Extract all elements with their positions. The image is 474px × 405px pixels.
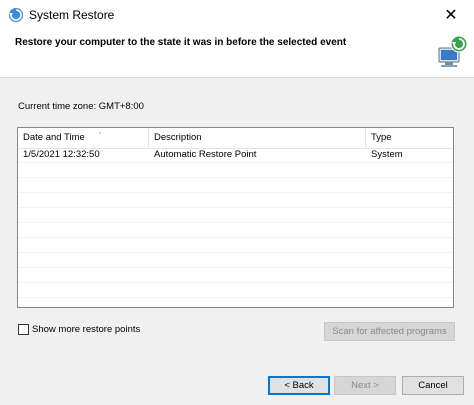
empty-row [18, 178, 453, 193]
system-restore-computer-icon [438, 35, 468, 67]
empty-row [18, 208, 453, 223]
wizard-header: Restore your computer to the state it wa… [0, 30, 474, 78]
empty-row [18, 193, 453, 208]
show-more-checkbox[interactable] [18, 324, 29, 335]
back-button[interactable]: < Back [268, 376, 330, 395]
scan-affected-programs-button[interactable]: Scan for affected programs [324, 322, 455, 341]
title-bar: System Restore ✕ [0, 0, 474, 30]
cell-description: Automatic Restore Point [154, 149, 257, 160]
empty-row [18, 163, 453, 178]
column-header-description[interactable]: Description [149, 128, 366, 148]
show-more-option[interactable]: Show more restore points [18, 324, 140, 335]
table-header: Date and Time ˇ Description Type [18, 128, 453, 149]
restore-points-table: Date and Time ˇ Description Type 1/5/202… [17, 127, 454, 308]
show-more-label: Show more restore points [32, 324, 141, 335]
table-row[interactable]: 1/5/2021 12:32:50 Automatic Restore Poin… [18, 148, 453, 163]
empty-row [18, 268, 453, 283]
close-icon: ✕ [444, 7, 458, 24]
close-button[interactable]: ✕ [428, 0, 474, 30]
cell-date: 1/5/2021 12:32:50 [23, 149, 100, 160]
empty-row [18, 283, 453, 298]
system-restore-icon [9, 8, 23, 22]
column-header-type[interactable]: Type [366, 128, 453, 148]
window-title: System Restore [29, 8, 115, 22]
column-header-date[interactable]: Date and Time ˇ [18, 128, 149, 148]
cell-type: System [371, 149, 403, 160]
empty-row [18, 238, 453, 253]
sort-caret-icon: ˇ [99, 133, 102, 140]
header-instruction: Restore your computer to the state it wa… [15, 37, 347, 48]
timezone-label: Current time zone: GMT+8:00 [18, 101, 144, 112]
cancel-button[interactable]: Cancel [402, 376, 464, 395]
empty-row [18, 223, 453, 238]
next-button[interactable]: Next > [334, 376, 396, 395]
empty-row [18, 253, 453, 268]
